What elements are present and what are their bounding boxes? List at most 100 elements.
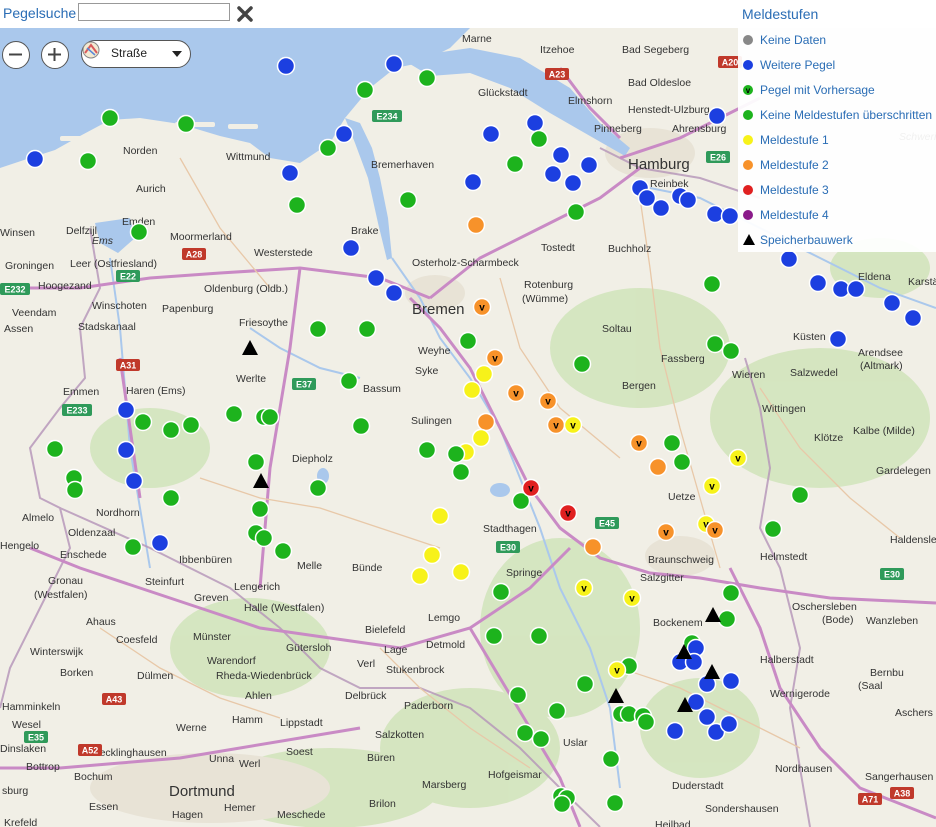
gauge-marker[interactable] — [471, 428, 491, 448]
forecast-gauge-marker[interactable]: v — [705, 520, 725, 540]
forecast-gauge-marker[interactable]: v — [607, 660, 627, 680]
gauge-marker[interactable] — [246, 452, 266, 472]
gauge-marker[interactable] — [462, 380, 482, 400]
gauge-marker[interactable] — [474, 364, 494, 384]
search-input[interactable] — [78, 3, 230, 21]
gauge-marker[interactable] — [563, 173, 583, 193]
gauge-marker[interactable] — [45, 439, 65, 459]
gauge-marker[interactable] — [705, 334, 725, 354]
gauge-marker[interactable] — [678, 190, 698, 210]
gauge-marker[interactable] — [808, 273, 828, 293]
gauge-marker[interactable] — [484, 626, 504, 646]
gauge-marker[interactable] — [280, 163, 300, 183]
gauge-marker[interactable] — [224, 404, 244, 424]
gauge-marker[interactable] — [566, 202, 586, 222]
gauge-marker[interactable] — [287, 195, 307, 215]
gauge-marker[interactable] — [779, 249, 799, 269]
gauge-marker[interactable] — [417, 440, 437, 460]
gauge-marker[interactable] — [705, 204, 725, 224]
gauge-marker[interactable] — [357, 319, 377, 339]
gauge-marker[interactable] — [273, 541, 293, 561]
gauge-marker[interactable] — [572, 354, 592, 374]
gauge-marker[interactable] — [260, 407, 280, 427]
gauge-marker[interactable] — [720, 206, 740, 226]
gauge-marker[interactable] — [648, 457, 668, 477]
close-x-icon[interactable] — [236, 5, 254, 23]
gauge-marker[interactable] — [129, 222, 149, 242]
zoom-out-button[interactable] — [2, 41, 30, 69]
gauge-marker[interactable] — [116, 440, 136, 460]
gauge-marker[interactable] — [719, 714, 739, 734]
gauge-marker[interactable] — [707, 106, 727, 126]
gauge-marker[interactable] — [481, 124, 501, 144]
gauge-marker[interactable] — [161, 420, 181, 440]
forecast-gauge-marker[interactable]: v — [472, 297, 492, 317]
gauge-marker[interactable] — [665, 721, 685, 741]
gauge-marker[interactable] — [721, 583, 741, 603]
forecast-gauge-marker[interactable]: v — [702, 476, 722, 496]
gauge-marker[interactable] — [463, 172, 483, 192]
gauge-marker[interactable] — [508, 685, 528, 705]
gauge-marker[interactable] — [882, 293, 902, 313]
gauge-marker[interactable] — [150, 533, 170, 553]
gauge-marker[interactable] — [161, 488, 181, 508]
gauge-marker[interactable] — [308, 319, 328, 339]
gauge-marker[interactable] — [65, 480, 85, 500]
gauge-marker[interactable] — [552, 794, 572, 814]
gauge-marker[interactable] — [458, 331, 478, 351]
gauge-marker[interactable] — [672, 452, 692, 472]
gauge-marker[interactable] — [505, 154, 525, 174]
gauge-marker[interactable] — [466, 215, 486, 235]
gauge-marker[interactable] — [254, 528, 274, 548]
gauge-marker[interactable] — [78, 151, 98, 171]
forecast-gauge-marker[interactable]: v — [728, 448, 748, 468]
gauge-marker[interactable] — [651, 198, 671, 218]
forecast-gauge-marker[interactable]: v — [538, 391, 558, 411]
map-style-select[interactable]: Straße — [81, 40, 191, 68]
gauge-marker[interactable] — [547, 701, 567, 721]
forecast-gauge-marker[interactable]: v — [563, 415, 583, 435]
gauge-marker[interactable] — [276, 56, 296, 76]
gauge-marker[interactable] — [339, 371, 359, 391]
gauge-marker[interactable] — [846, 279, 866, 299]
gauge-marker[interactable] — [476, 412, 496, 432]
gauge-marker[interactable] — [790, 485, 810, 505]
gauge-marker[interactable] — [366, 268, 386, 288]
gauge-marker[interactable] — [384, 283, 404, 303]
gauge-marker[interactable] — [575, 674, 595, 694]
gauge-marker[interactable] — [491, 582, 511, 602]
gauge-marker[interactable] — [334, 124, 354, 144]
forecast-gauge-marker[interactable]: v — [558, 503, 578, 523]
forecast-gauge-marker[interactable]: v — [574, 578, 594, 598]
forecast-gauge-marker[interactable]: v — [656, 522, 676, 542]
gauge-marker[interactable] — [308, 478, 328, 498]
gauge-marker[interactable] — [123, 537, 143, 557]
gauge-marker[interactable] — [398, 190, 418, 210]
gauge-marker[interactable] — [410, 566, 430, 586]
gauge-marker[interactable] — [636, 712, 656, 732]
gauge-marker[interactable] — [697, 707, 717, 727]
gauge-marker[interactable] — [451, 462, 471, 482]
gauge-marker[interactable] — [828, 329, 848, 349]
gauge-marker[interactable] — [355, 80, 375, 100]
gauge-marker[interactable] — [662, 433, 682, 453]
gauge-marker[interactable] — [717, 609, 737, 629]
gauge-marker[interactable] — [605, 793, 625, 813]
gauge-marker[interactable] — [351, 416, 371, 436]
gauge-marker[interactable] — [318, 138, 338, 158]
gauge-marker[interactable] — [515, 723, 535, 743]
forecast-gauge-marker[interactable]: v — [506, 383, 526, 403]
gauge-marker[interactable] — [601, 749, 621, 769]
forecast-gauge-marker[interactable]: v — [521, 478, 541, 498]
gauge-marker[interactable] — [176, 114, 196, 134]
gauge-marker[interactable] — [579, 155, 599, 175]
gauge-marker[interactable] — [100, 108, 120, 128]
forecast-gauge-marker[interactable]: v — [546, 415, 566, 435]
gauge-marker[interactable] — [903, 308, 923, 328]
gauge-marker[interactable] — [763, 519, 783, 539]
gauge-marker[interactable] — [451, 562, 471, 582]
gauge-marker[interactable] — [417, 68, 437, 88]
gauge-marker[interactable] — [124, 471, 144, 491]
gauge-marker[interactable] — [531, 729, 551, 749]
gauge-marker[interactable] — [583, 537, 603, 557]
